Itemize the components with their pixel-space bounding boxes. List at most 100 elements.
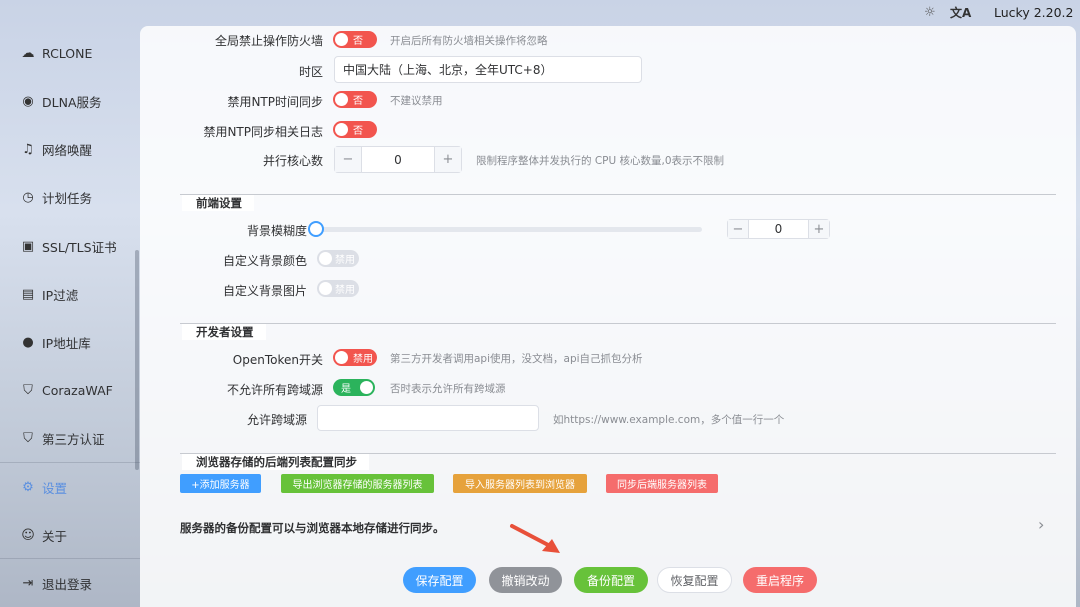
sidebar-item-about[interactable]: ☺ 关于 — [20, 523, 67, 547]
sidebar-item-label: CorazaWAF — [42, 382, 113, 398]
timezone-select[interactable]: 中国大陆（上海、北京，全年UTC+8） — [334, 56, 642, 83]
cors-all-label: 不允许所有跨域源 — [226, 383, 323, 397]
bg-image-switch[interactable]: 禁用 — [317, 280, 359, 297]
save-config-button[interactable]: 保存配置 — [403, 567, 476, 593]
blur-label: 背景模糊度 — [246, 224, 307, 238]
blur-slider-track[interactable] — [316, 227, 702, 232]
bg-image-label: 自定义背景图片 — [222, 284, 307, 298]
firewall-switch[interactable]: 否 — [333, 31, 377, 48]
developer-section-title: 开发者设置 — [182, 324, 266, 340]
sidebar-item-label: 网络唤醒 — [42, 142, 93, 158]
sidebar-item-label: 关于 — [42, 528, 68, 544]
sync-section-title: 浏览器存储的后端列表配置同步 — [182, 454, 369, 470]
ntp-log-switch[interactable]: 否 — [333, 121, 377, 138]
blur-value[interactable]: 0 — [748, 220, 809, 238]
switch-knob — [335, 33, 348, 46]
switch-text: 禁用 — [353, 354, 373, 365]
switch-knob — [335, 351, 348, 364]
restart-program-button[interactable]: 重启程序 — [743, 567, 817, 593]
sidebar-item-auth[interactable]: ⛉ 第三方认证 — [20, 426, 105, 450]
sidebar-item-dlna[interactable]: ◉ DLNA服务 — [20, 89, 102, 113]
blur-slider-handle[interactable] — [308, 221, 324, 237]
cors-origins-label: 允许跨域源 — [246, 413, 307, 427]
cores-stepper[interactable]: − 0 + — [334, 146, 462, 173]
sidebar-item-label: RCLONE — [42, 45, 93, 61]
annotation-arrow-icon — [510, 524, 560, 553]
sidebar: ☁ RCLONE ◉ DLNA服务 ♫ 网络唤醒 ◷ 计划任务 ▣ SSL/TL… — [0, 0, 140, 607]
minus-button[interactable]: − — [335, 147, 361, 172]
bell-icon: ♫ — [22, 141, 34, 157]
switch-text: 禁用 — [335, 255, 355, 266]
section-divider — [180, 323, 1056, 324]
switch-knob — [319, 282, 332, 295]
sidebar-item-label: 计划任务 — [42, 190, 93, 206]
bg-color-label: 自定义背景颜色 — [222, 254, 307, 268]
firewall-hint: 开启后所有防火墙相关操作将忽略 — [390, 35, 548, 47]
import-server-list-button[interactable]: 导入服务器列表到浏览器 — [453, 474, 587, 493]
switch-text: 是 — [341, 384, 351, 395]
ntp-sync-label: 禁用NTP时间同步 — [227, 95, 323, 109]
cores-label: 并行核心数 — [262, 154, 323, 168]
add-server-button[interactable]: +添加服务器 — [180, 474, 261, 493]
sidebar-item-label: 第三方认证 — [42, 431, 105, 447]
sidebar-item-logout[interactable]: ⇥ 退出登录 — [20, 571, 92, 595]
switch-knob — [319, 252, 332, 265]
firewall-label: 全局禁止操作防火墙 — [214, 34, 323, 48]
user-icon: ● — [22, 334, 34, 350]
logout-icon: ⇥ — [22, 575, 34, 591]
language-icon[interactable]: 文A — [950, 4, 971, 21]
sidebar-divider — [0, 558, 140, 559]
about-icon: ☺ — [21, 527, 35, 543]
sidebar-item-label: IP过滤 — [42, 287, 79, 303]
theme-toggle-icon[interactable]: ☼ — [924, 5, 936, 20]
sidebar-item-label: IP地址库 — [42, 335, 91, 351]
plus-button[interactable]: + — [435, 147, 461, 172]
cors-origins-textarea[interactable] — [317, 405, 539, 431]
cors-all-hint: 否时表示允许所有跨域源 — [390, 383, 506, 395]
revert-changes-button[interactable]: 撤销改动 — [489, 567, 562, 593]
sidebar-item-ssl[interactable]: ▣ SSL/TLS证书 — [20, 234, 117, 258]
frontend-section-title: 前端设置 — [182, 195, 254, 211]
sidebar-item-settings[interactable]: ⚙ 设置 — [20, 475, 67, 499]
cors-all-switch[interactable]: 是 — [333, 379, 375, 396]
settings-icon: ⚙ — [22, 479, 34, 495]
sidebar-item-ip-filter[interactable]: ▤ IP过滤 — [20, 282, 78, 306]
ntp-sync-hint: 不建议禁用 — [390, 95, 443, 107]
minus-button[interactable]: − — [728, 220, 748, 238]
switch-knob — [360, 381, 373, 394]
switch-text: 否 — [353, 36, 363, 47]
section-divider — [180, 194, 1056, 195]
certificate-icon: ▣ — [21, 238, 35, 254]
switch-knob — [335, 93, 348, 106]
sidebar-item-coraza[interactable]: ⛉ CorazaWAF — [20, 378, 113, 402]
bg-color-switch[interactable]: 禁用 — [317, 250, 359, 267]
sync-server-list-button[interactable]: 同步后端服务器列表 — [606, 474, 718, 493]
sidebar-item-rclone[interactable]: ☁ RCLONE — [20, 41, 93, 65]
sidebar-item-label: 退出登录 — [42, 576, 93, 592]
restore-config-button[interactable]: 恢复配置 — [657, 567, 732, 593]
sidebar-item-ip-db[interactable]: ● IP地址库 — [20, 330, 91, 354]
cores-value[interactable]: 0 — [361, 147, 435, 172]
cors-origins-hint: 如https://www.example.com，多个值一行一个 — [553, 414, 785, 426]
chevron-right-icon[interactable]: › — [1038, 515, 1044, 534]
plus-button[interactable]: + — [809, 220, 829, 238]
cores-hint: 限制程序整体并发执行的 CPU 核心数量,0表示不限制 — [476, 155, 725, 167]
shield-icon: ⛉ — [23, 382, 33, 398]
settings-panel: 全局禁止操作防火墙 否 开启后所有防火墙相关操作将忽略 时区 中国大陆（上海、北… — [140, 26, 1076, 607]
sidebar-item-label: SSL/TLS证书 — [42, 239, 117, 255]
app-version: Lucky 2.20.2 — [994, 5, 1074, 20]
switch-text: 否 — [353, 126, 363, 137]
switch-knob — [335, 123, 348, 136]
timezone-value: 中国大陆（上海、北京，全年UTC+8） — [343, 63, 553, 77]
blur-stepper[interactable]: − 0 + — [727, 219, 830, 239]
clock-icon: ◷ — [22, 189, 34, 205]
rclone-icon: ☁ — [21, 45, 35, 61]
sidebar-item-wol[interactable]: ♫ 网络唤醒 — [20, 137, 92, 161]
sidebar-item-label: DLNA服务 — [42, 94, 102, 110]
opentoken-switch[interactable]: 禁用 — [333, 349, 377, 366]
ntp-sync-switch[interactable]: 否 — [333, 91, 377, 108]
export-server-list-button[interactable]: 导出浏览器存储的服务器列表 — [281, 474, 434, 493]
sidebar-item-tasks[interactable]: ◷ 计划任务 — [20, 185, 92, 209]
backup-config-button[interactable]: 备份配置 — [574, 567, 648, 593]
dlna-icon: ◉ — [22, 93, 34, 109]
